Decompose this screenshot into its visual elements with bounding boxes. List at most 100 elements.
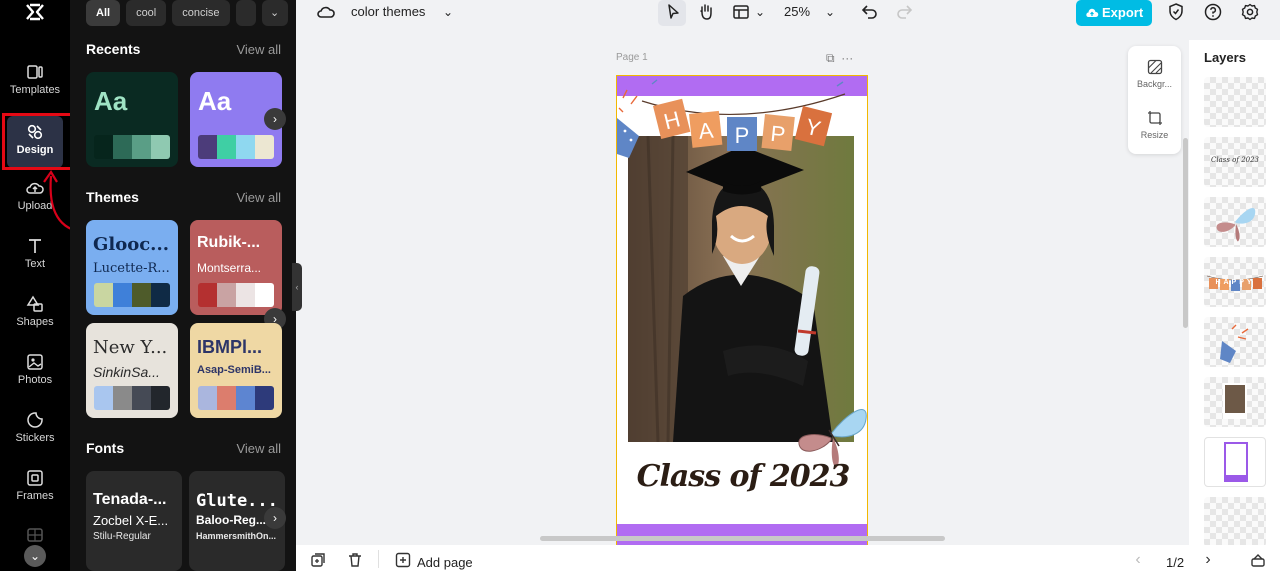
help-icon[interactable]: [1203, 2, 1223, 22]
add-page-icon[interactable]: [395, 552, 411, 568]
layout-icon[interactable]: [731, 2, 751, 22]
page-label: Page 1: [616, 52, 648, 63]
themes-title: Themes: [86, 189, 139, 205]
theme-heading-font: IBMPl...: [197, 337, 263, 357]
background-button[interactable]: Backgr...: [1128, 59, 1181, 89]
pages-panel-icon[interactable]: [1250, 552, 1266, 568]
shield-icon[interactable]: [1166, 2, 1186, 22]
capcut-logo-icon[interactable]: [24, 2, 46, 22]
hand-icon[interactable]: [696, 2, 716, 22]
horizontal-scrollbar[interactable]: [540, 536, 945, 541]
rail-frames[interactable]: Frames: [0, 462, 70, 514]
palette-swatches: [198, 135, 274, 159]
design-page[interactable]: HAPPY Class of 2023: [616, 75, 868, 555]
layers-title: Layers: [1204, 50, 1246, 65]
banner-flag: P: [727, 117, 757, 151]
themes-view-all-link[interactable]: View all: [236, 190, 281, 205]
rail-shapes[interactable]: Shapes: [0, 288, 70, 340]
chip-concise[interactable]: concise: [172, 0, 230, 26]
add-page-button[interactable]: Add page: [417, 555, 473, 570]
left-rail: Templates Design Upload Text Shapes Phot…: [0, 0, 70, 571]
theme-heading-font: Glooc...: [93, 234, 169, 255]
rail-label: Templates: [9, 84, 61, 96]
frames-icon: [27, 470, 43, 486]
layer-thumb-photo[interactable]: [1204, 377, 1266, 427]
theme-body-font: SinkinSa...: [93, 364, 160, 380]
export-button[interactable]: Export: [1076, 0, 1152, 26]
theme-card[interactable]: Glooc... Lucette-R...: [86, 220, 178, 315]
more-tools-icon[interactable]: [27, 528, 43, 542]
export-label: Export: [1102, 5, 1144, 20]
recent-palette-card[interactable]: Aa: [86, 72, 178, 167]
theme-card[interactable]: Rubik-... Montserra...: [190, 220, 282, 315]
zoom-chevron-down-icon[interactable]: ⌄: [820, 2, 840, 22]
photo-thumb-frame: [1223, 383, 1247, 419]
layer-thumb-background[interactable]: [1204, 77, 1266, 127]
frame-thumb: [1224, 442, 1248, 482]
fonts-view-all-link[interactable]: View all: [236, 441, 281, 456]
chip-all[interactable]: All: [86, 0, 121, 26]
banner-letter: P: [735, 123, 750, 148]
theme-swatches: [94, 386, 170, 410]
canvas-quick-panel: Backgr... Resize: [1128, 46, 1181, 154]
rail-label: Frames: [16, 490, 54, 502]
divider: [378, 550, 379, 568]
layout-chevron-down-icon[interactable]: ⌄: [750, 2, 770, 22]
chip-overflow[interactable]: [235, 0, 256, 26]
theme-body-font: Montserra...: [197, 261, 262, 275]
trash-icon[interactable]: [347, 552, 363, 568]
font-pair-card[interactable]: Tenada-... Zocbel X-E... Stilu-Regular: [86, 471, 182, 571]
cloud-upload-icon: [1086, 8, 1099, 17]
page-options[interactable]: ⧉ ···: [826, 51, 853, 66]
theme-card[interactable]: IBMPl... Asap-SemiB...: [190, 323, 282, 418]
rail-label: Shapes: [16, 316, 54, 328]
next-page-chevron-icon[interactable]: ›: [1200, 552, 1216, 568]
chips-expand-button[interactable]: ⌄: [261, 0, 288, 26]
title-chevron-down-icon[interactable]: ⌄: [438, 2, 458, 22]
more-options-icon[interactable]: ···: [841, 51, 853, 65]
theme-swatches: [94, 283, 170, 307]
fonts-title: Fonts: [86, 440, 125, 456]
layer-thumb-frame-selected[interactable]: [1204, 437, 1266, 487]
recents-title: Recents: [86, 41, 141, 57]
rail-templates[interactable]: Templates: [0, 56, 70, 108]
banner-flag: A: [689, 110, 723, 148]
rail-photos[interactable]: Photos: [0, 346, 70, 398]
settings-gear-icon[interactable]: [1240, 2, 1260, 22]
chip-cool[interactable]: cool: [126, 0, 167, 26]
recents-next-arrow-icon[interactable]: ›: [264, 108, 286, 130]
resize-label: Resize: [1140, 130, 1169, 140]
duplicate-page-icon[interactable]: [310, 552, 326, 568]
theme-card[interactable]: New Y... SinkinSa...: [86, 323, 178, 418]
rail-label: Stickers: [15, 432, 55, 444]
templates-icon: [27, 65, 43, 79]
prev-page-chevron-icon[interactable]: ‹: [1130, 552, 1146, 568]
layer-thumb-confetti[interactable]: [1204, 317, 1266, 367]
resize-icon: [1147, 111, 1162, 125]
rail-stickers[interactable]: Stickers: [0, 404, 70, 456]
recents-view-all-link[interactable]: View all: [236, 42, 281, 57]
layer-thumb-empty[interactable]: [1204, 497, 1266, 547]
panel-collapse-handle[interactable]: ‹: [292, 263, 302, 311]
pointer-icon[interactable]: [663, 2, 683, 22]
banner-thumb-text: HAPPY: [1215, 279, 1255, 286]
resize-button[interactable]: Resize: [1128, 110, 1181, 140]
layer-thumb-butterfly[interactable]: [1204, 197, 1266, 247]
layer-thumb-banner[interactable]: HAPPY: [1204, 257, 1266, 307]
design-panel: All cool concise ⌄ Recents View all Aa A…: [70, 0, 296, 571]
undo-icon[interactable]: [860, 2, 880, 22]
banner-letter: P: [769, 121, 786, 147]
theme-swatches: [198, 386, 274, 410]
banner-letter: A: [697, 118, 715, 144]
rail-scroll-down-button[interactable]: ⌄: [24, 545, 46, 567]
fonts-next-arrow-icon[interactable]: ›: [264, 507, 286, 529]
headline-text[interactable]: Class of 2023: [617, 459, 867, 494]
redo-icon[interactable]: [894, 2, 914, 22]
zoom-level[interactable]: 25%: [784, 4, 810, 19]
vertical-scrollbar[interactable]: [1183, 138, 1188, 328]
document-title[interactable]: color themes: [351, 4, 425, 19]
cloud-icon[interactable]: [316, 2, 336, 22]
layer-thumb-headline[interactable]: Class of 2023: [1204, 137, 1266, 187]
butterfly-thumb-icon: [1216, 207, 1256, 242]
duplicate-page-icon[interactable]: ⧉: [826, 51, 835, 65]
